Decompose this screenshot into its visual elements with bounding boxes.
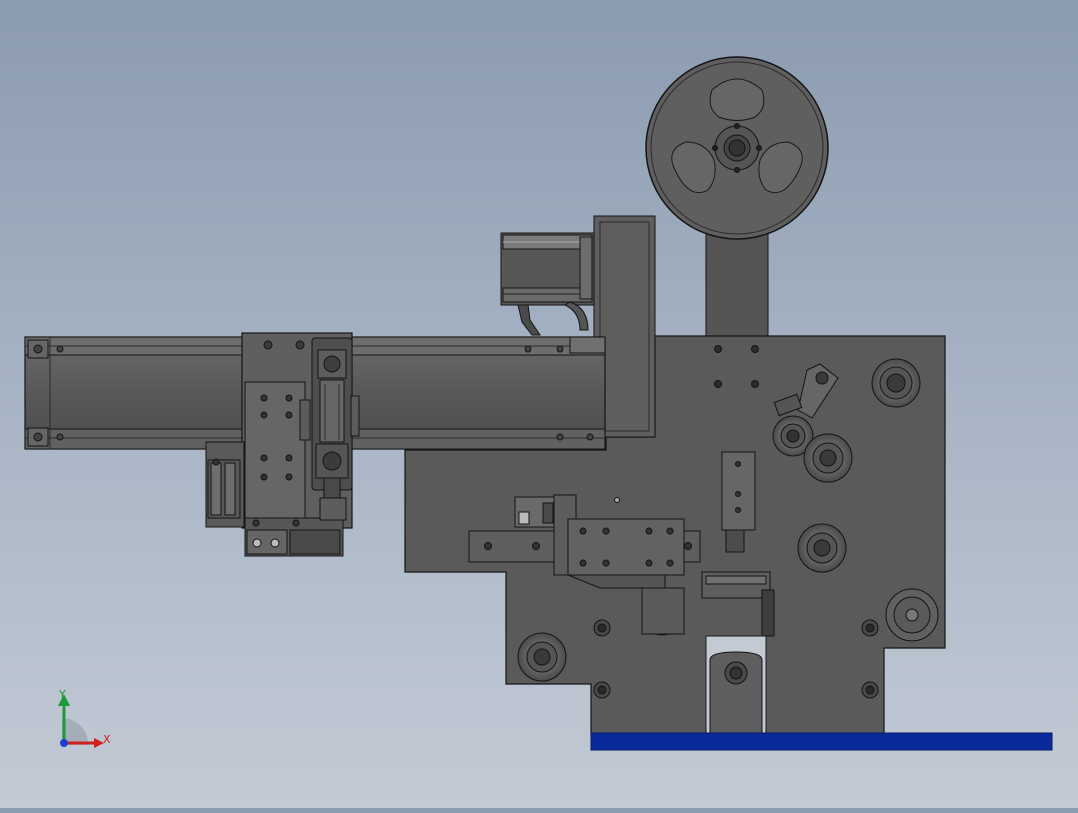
axis-x-label: X: [103, 733, 111, 746]
reel-support-post: [705, 229, 769, 339]
axis-y-label: Y: [59, 688, 66, 701]
coordinate-triad-icon: [58, 694, 104, 748]
tape-reel: [645, 56, 829, 339]
machine-assembly-drawing: [24, 56, 1053, 751]
base-plate: [590, 732, 1053, 751]
servo-motor: [500, 232, 595, 336]
slide-plate: [244, 381, 306, 519]
cad-viewport[interactable]: X Y: [0, 0, 1078, 808]
